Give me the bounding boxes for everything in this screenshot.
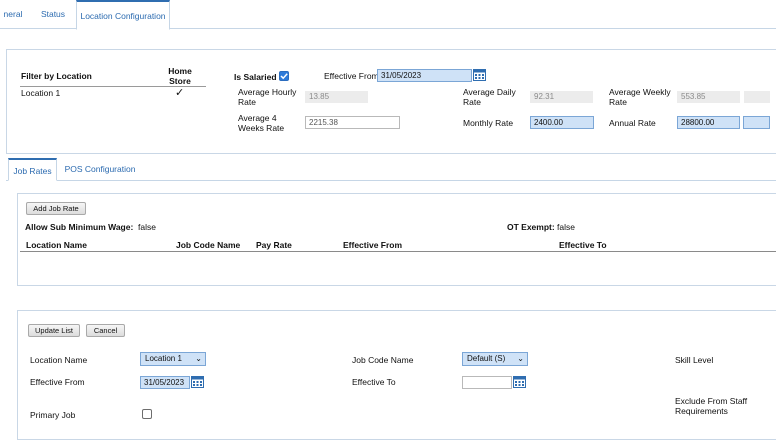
location-row-name[interactable]: Location 1: [21, 88, 60, 98]
ot-exempt-value: false: [557, 222, 575, 232]
chevron-down-icon: ⌄: [517, 354, 524, 363]
calendar-icon[interactable]: [191, 375, 204, 388]
tab-pos-configuration[interactable]: POS Configuration: [62, 158, 138, 180]
update-list-button[interactable]: Update List: [28, 324, 80, 337]
location-name-label: Location Name: [30, 355, 88, 365]
effective-from-input[interactable]: 31/05/2023: [377, 69, 472, 82]
effective-from-input-2[interactable]: 31/05/2023: [140, 376, 190, 389]
allow-sub-minimum-wage-value: false: [138, 222, 156, 232]
filter-by-location-header: Filter by Location: [21, 71, 92, 81]
job-code-name-select[interactable]: Default (S) ⌄: [462, 352, 528, 366]
monthly-rate-label: Monthly Rate: [463, 118, 514, 128]
truncated-input[interactable]: [743, 116, 770, 129]
home-store-check-icon: ✓: [175, 87, 185, 99]
average-weekly-rate-field: 553.85: [677, 91, 740, 103]
column-effective-to: Effective To: [559, 240, 607, 250]
location-name-select-value: Location 1: [145, 354, 182, 363]
average-4-weeks-rate-label: Average 4 Weeks Rate: [238, 113, 285, 133]
column-pay-rate: Pay Rate: [256, 240, 292, 250]
chevron-down-icon: ⌄: [195, 354, 202, 363]
average-hourly-rate-field: 13.85: [305, 91, 368, 103]
ot-exempt-label: OT Exempt:: [507, 222, 555, 232]
column-location-name: Location Name: [26, 240, 87, 250]
column-job-code-name: Job Code Name: [176, 240, 241, 250]
location-name-select[interactable]: Location 1 ⌄: [140, 352, 206, 366]
calendar-icon[interactable]: [473, 68, 486, 81]
average-daily-rate-label: Average Daily Rate: [463, 87, 516, 107]
cancel-button[interactable]: Cancel: [86, 324, 125, 337]
effective-to-label: Effective To: [352, 377, 396, 387]
job-rate-edit-panel: [17, 310, 776, 440]
job-code-name-label: Job Code Name: [352, 355, 414, 365]
effective-from-label: Effective From: [324, 71, 379, 81]
calendar-icon[interactable]: [513, 375, 526, 388]
average-4-weeks-rate-field[interactable]: 2215.38: [305, 116, 400, 129]
monthly-rate-input[interactable]: 2400.00: [530, 116, 594, 129]
average-weekly-rate-label: Average Weekly Rate: [609, 87, 671, 107]
effective-to-input[interactable]: [462, 376, 512, 389]
tab-general[interactable]: neral: [0, 0, 26, 28]
subtab-bar: [6, 180, 776, 181]
primary-job-checkbox[interactable]: [142, 409, 152, 419]
skill-level-label: Skill Level: [675, 355, 714, 365]
exclude-from-staff-requirements-label: Exclude From Staff Requirements: [675, 396, 748, 416]
annual-rate-input[interactable]: 28800.00: [677, 116, 740, 129]
effective-from-label-2: Effective From: [30, 377, 85, 387]
home-store-header: Home Store: [168, 66, 192, 86]
tab-status[interactable]: Status: [34, 0, 72, 28]
tab-job-rates[interactable]: Job Rates: [8, 158, 57, 181]
job-rates-header-divider: [20, 251, 776, 252]
annual-rate-label: Annual Rate: [609, 118, 656, 128]
primary-job-label: Primary Job: [30, 410, 76, 420]
is-salaried-checkbox[interactable]: [279, 71, 289, 81]
is-salaried-label: Is Salaried: [234, 72, 277, 82]
job-code-name-select-value: Default (S): [467, 354, 506, 363]
add-job-rate-button[interactable]: Add Job Rate: [26, 202, 86, 215]
truncated-field: [744, 91, 770, 103]
average-daily-rate-field: 92.31: [530, 91, 593, 103]
average-hourly-rate-label: Average Hourly Rate: [238, 87, 297, 107]
allow-sub-minimum-wage-label: Allow Sub Minimum Wage:: [25, 222, 134, 232]
column-effective-from: Effective From: [343, 240, 403, 250]
tab-location-configuration[interactable]: Location Configuration: [76, 0, 170, 30]
